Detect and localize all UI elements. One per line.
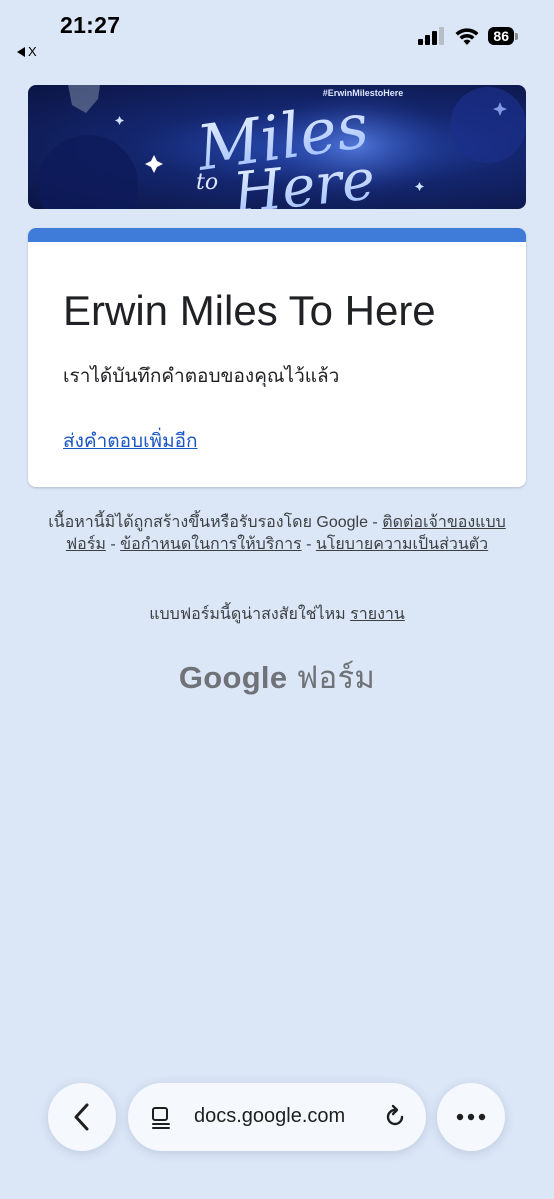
report-link[interactable]: รายงาน bbox=[350, 606, 405, 623]
more-options-button[interactable] bbox=[437, 1083, 505, 1151]
reload-icon[interactable] bbox=[382, 1104, 408, 1130]
browser-back-button[interactable] bbox=[48, 1083, 116, 1151]
status-icons: 86 bbox=[418, 26, 518, 46]
url-text[interactable]: docs.google.com bbox=[194, 1105, 345, 1128]
card-accent-bar bbox=[28, 228, 526, 242]
status-bar: 21:27 X 86 bbox=[0, 0, 554, 64]
more-horizontal-icon bbox=[456, 1113, 486, 1121]
separator: - bbox=[110, 536, 116, 553]
page-menu-icon[interactable] bbox=[150, 1105, 174, 1129]
confirmation-card: Erwin Miles To Here เราได้บันทึกคำตอบของ… bbox=[28, 228, 526, 487]
banner-word-to: to bbox=[196, 170, 218, 195]
report-question: แบบฟอร์มนี้ดูน่าสงสัยใช่ไหม bbox=[149, 606, 346, 623]
sparkle-icon bbox=[145, 155, 163, 173]
footer-disclaimer: เนื้อหานี้มิได้ถูกสร้างขึ้นหรือรับรองโดย… bbox=[40, 512, 514, 556]
confirmation-message: เราได้บันทึกคำตอบของคุณไว้แล้ว bbox=[63, 366, 340, 387]
privacy-policy-link[interactable]: นโยบายความเป็นส่วนตัว bbox=[316, 536, 488, 553]
forms-logo-text: ฟอร์ม bbox=[296, 660, 376, 695]
signal-icon bbox=[418, 27, 445, 45]
battery-indicator: 86 bbox=[488, 27, 518, 45]
battery-tip bbox=[515, 32, 518, 40]
back-triangle-icon bbox=[17, 46, 25, 57]
submit-another-response-link[interactable]: ส่งคำตอบเพิ่มอีก bbox=[63, 426, 198, 456]
form-header-banner: #ErwinMilestoHere Miles to Here bbox=[28, 85, 526, 209]
form-title: Erwin Miles To Here bbox=[63, 287, 436, 334]
footer-report: แบบฟอร์มนี้ดูน่าสงสัยใช่ไหม รายงาน bbox=[0, 602, 554, 627]
terms-of-service-link[interactable]: ข้อกำหนดในการให้บริการ bbox=[120, 536, 301, 553]
separator: - bbox=[306, 536, 312, 553]
wifi-icon bbox=[455, 28, 479, 45]
chevron-left-icon bbox=[74, 1103, 89, 1131]
disclaimer-text: เนื้อหานี้มิได้ถูกสร้างขึ้นหรือรับรองโดย… bbox=[48, 514, 378, 531]
banner-artwork: #ErwinMilestoHere Miles to Here bbox=[38, 85, 526, 209]
status-time: 21:27 bbox=[60, 12, 121, 38]
back-to-app-button[interactable]: X bbox=[17, 44, 37, 59]
address-bar[interactable]: docs.google.com bbox=[128, 1083, 426, 1151]
battery-level: 86 bbox=[488, 27, 514, 45]
google-forms-logo[interactable]: Google ฟอร์ม bbox=[0, 652, 554, 702]
google-logo-text: Google bbox=[178, 660, 288, 695]
back-app-label: X bbox=[28, 44, 37, 59]
